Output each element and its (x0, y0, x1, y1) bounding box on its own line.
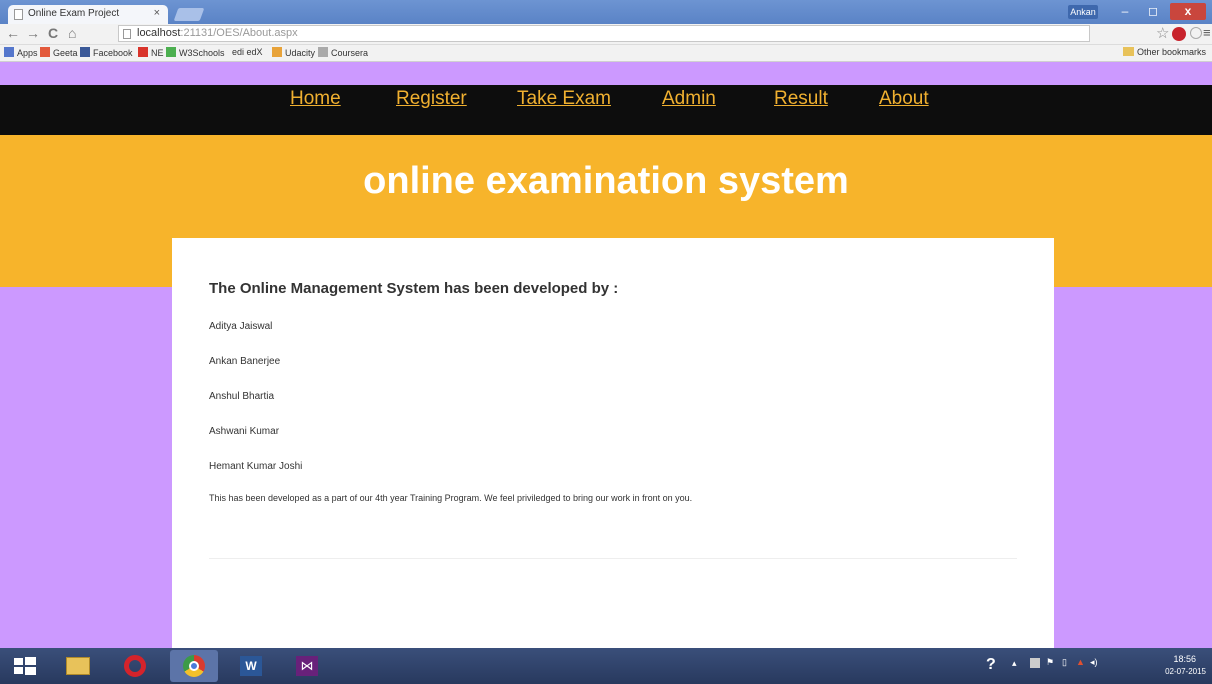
chrome-menu-icon[interactable]: ≡ (1203, 25, 1211, 40)
developer-name: Ankan Banerjee (209, 356, 281, 367)
browser-tab[interactable]: Online Exam Project × (8, 5, 168, 24)
windows-taskbar: W ⋈ ? ▴ ⚑ ▯ ▲ ◂) 18:56 02-07-2015 (0, 648, 1212, 684)
nav-link-about[interactable]: About (879, 88, 929, 110)
tab-close-icon[interactable]: × (154, 7, 160, 19)
developer-name: Anshul Bhartia (209, 391, 275, 402)
minimize-button[interactable]: – (1112, 3, 1138, 20)
coursera-icon (318, 47, 328, 57)
developer-name: Aditya Jaiswal (209, 321, 273, 332)
browser-toolbar: ← → C ⌂ localhost:21131/OES/About.aspx ☆… (0, 24, 1212, 45)
bookmark-item[interactable]: edi edX (232, 47, 263, 57)
bookmark-star-icon[interactable]: ☆ (1156, 24, 1169, 42)
site-title: online examination system (363, 160, 849, 202)
bookmark-item[interactable]: Coursera (318, 47, 368, 58)
other-bookmarks[interactable]: Other bookmarks (1122, 47, 1206, 57)
extension-icon[interactable] (1190, 27, 1202, 39)
windows-start-icon[interactable] (2, 650, 50, 682)
word-icon[interactable]: W (228, 650, 276, 682)
nav-link-take-exam[interactable]: Take Exam (517, 88, 611, 110)
home-icon[interactable]: ⌂ (68, 25, 76, 41)
close-window-button[interactable]: x (1170, 3, 1206, 20)
visual-studio-icon[interactable]: ⋈ (284, 650, 332, 682)
file-explorer-icon[interactable] (54, 650, 102, 682)
content-card: The Online Management System has been de… (172, 238, 1054, 648)
udacity-icon (272, 47, 282, 57)
nav-link-home[interactable]: Home (290, 88, 341, 110)
bookmark-icon (40, 47, 50, 57)
bookmark-item[interactable]: Facebook (80, 47, 133, 58)
alert-icon[interactable]: ▲ (1076, 657, 1085, 667)
maximize-button[interactable]: ◻ (1140, 3, 1166, 20)
project-note: This has been developed as a part of our… (209, 493, 693, 503)
bookmarks-bar: Apps Geeta Facebook NE W3Schools edi edX… (0, 45, 1212, 62)
nav-link-result[interactable]: Result (774, 88, 828, 110)
bookmark-item[interactable]: NE (138, 47, 164, 58)
back-icon[interactable]: ← (6, 25, 20, 41)
opera-icon[interactable] (112, 650, 160, 682)
bookmark-item[interactable]: W3Schools (166, 47, 225, 58)
chrome-icon[interactable] (170, 650, 218, 682)
bookmark-icon (138, 47, 148, 57)
page-icon (123, 29, 131, 39)
network-icon[interactable] (1030, 658, 1040, 668)
extension-icon[interactable] (1172, 27, 1186, 41)
system-tray: ? ▴ ⚑ ▯ ▲ ◂) 18:56 02-07-2015 (972, 648, 1212, 684)
flag-icon[interactable]: ⚑ (1046, 657, 1054, 668)
browser-titlebar: Online Exam Project × Ankan – ◻ x (0, 0, 1212, 24)
bookmark-item[interactable]: Apps (4, 47, 38, 58)
volume-icon[interactable]: ◂) (1090, 657, 1098, 668)
profile-badge[interactable]: Ankan (1068, 5, 1098, 19)
nav-link-register[interactable]: Register (396, 88, 467, 110)
new-tab-button[interactable] (173, 8, 205, 21)
help-icon[interactable]: ? (986, 656, 996, 674)
forward-icon[interactable]: → (26, 25, 40, 41)
page-heading: The Online Management System has been de… (209, 280, 619, 297)
bookmark-item[interactable]: Udacity (272, 47, 315, 58)
site-nav: Home Register Take Exam Admin Result Abo… (0, 85, 1212, 135)
apps-icon (4, 47, 14, 57)
nav-link-admin[interactable]: Admin (662, 88, 716, 110)
page-favicon-icon (14, 9, 23, 20)
address-bar[interactable]: localhost:21131/OES/About.aspx (118, 25, 1090, 42)
url-host: localhost (137, 27, 181, 39)
facebook-icon (80, 47, 90, 57)
clock-time[interactable]: 18:56 (1173, 654, 1196, 664)
tray-expand-icon[interactable]: ▴ (1012, 658, 1017, 669)
reload-icon[interactable]: C (48, 25, 58, 41)
url-path: :21131/OES/About.aspx (180, 27, 298, 39)
clock-date[interactable]: 02-07-2015 (1165, 667, 1206, 676)
battery-icon[interactable]: ▯ (1062, 657, 1067, 668)
tab-title: Online Exam Project (28, 8, 120, 19)
developer-name: Hemant Kumar Joshi (209, 461, 303, 472)
divider (209, 558, 1017, 559)
bookmark-item[interactable]: Geeta (40, 47, 78, 58)
folder-icon (1122, 47, 1134, 56)
w3schools-icon (166, 47, 176, 57)
developer-name: Ashwani Kumar (209, 426, 280, 437)
